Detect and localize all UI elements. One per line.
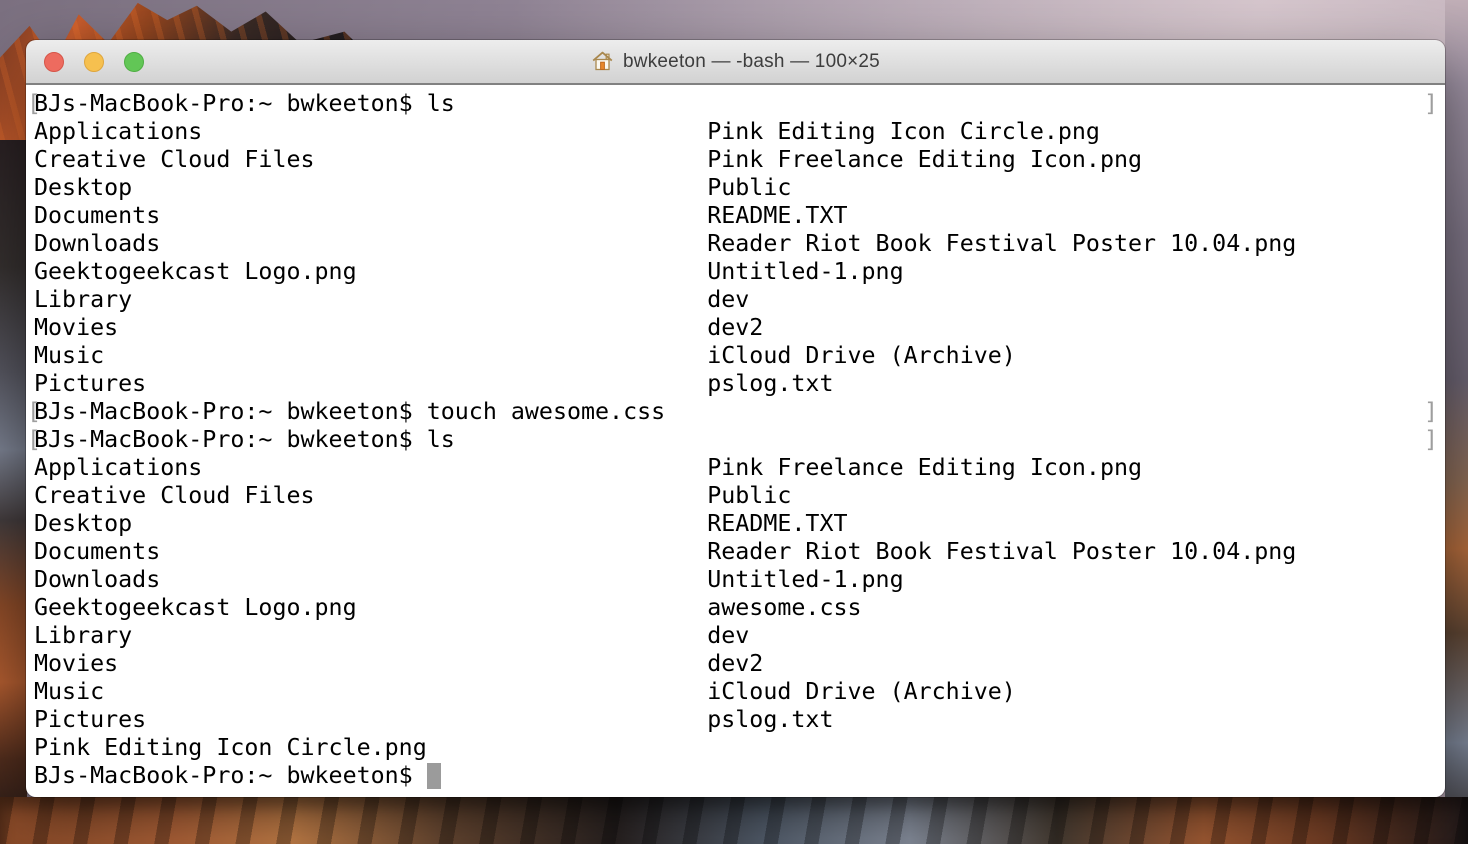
ls-item-right: Pink Freelance Editing Icon.png bbox=[707, 454, 1142, 481]
mountain-rock-left bbox=[0, 140, 27, 844]
terminal-line: DesktopREADME.TXT bbox=[26, 510, 1445, 538]
ls-item-left: Pictures bbox=[34, 706, 707, 734]
terminal-line: [BJs-MacBook-Pro:~ bwkeeton$ touch aweso… bbox=[26, 398, 1445, 426]
command-mark-open: [ bbox=[27, 398, 41, 426]
ls-item-right: Reader Riot Book Festival Poster 10.04.p… bbox=[707, 538, 1296, 565]
terminal-line: DesktopPublic bbox=[26, 174, 1445, 202]
titlebar-proxy[interactable]: bwkeeton — -bash — 100×25 bbox=[591, 50, 880, 73]
ls-item-left: Music bbox=[34, 678, 707, 706]
command-mark-close: ] bbox=[1424, 90, 1438, 118]
ls-item-right: pslog.txt bbox=[707, 370, 833, 397]
ls-item-left: Documents bbox=[34, 202, 707, 230]
terminal-screen[interactable]: [BJs-MacBook-Pro:~ bwkeeton$ ls] Applica… bbox=[26, 85, 1445, 797]
terminal-line: Geektogeekcast Logo.pngUntitled-1.png bbox=[26, 258, 1445, 286]
ls-item-right: README.TXT bbox=[707, 202, 847, 229]
command-mark-close: ] bbox=[1424, 426, 1438, 454]
ls-item-left: Downloads bbox=[34, 566, 707, 594]
ls-item-right: iCloud Drive (Archive) bbox=[707, 342, 1016, 369]
ls-item-right: dev2 bbox=[707, 650, 763, 677]
ls-item-right: pslog.txt bbox=[707, 706, 833, 733]
command-mark-close: ] bbox=[1424, 398, 1438, 426]
ls-item-left: Desktop bbox=[34, 174, 707, 202]
ls-item-left: Creative Cloud Files bbox=[34, 146, 707, 174]
ls-item-right: dev bbox=[707, 286, 749, 313]
ls-item-left: Library bbox=[34, 286, 707, 314]
ls-item-right: Public bbox=[707, 174, 791, 201]
ls-item-left: Desktop bbox=[34, 510, 707, 538]
command-mark-open: [ bbox=[27, 426, 41, 454]
ls-item-right: Pink Freelance Editing Icon.png bbox=[707, 146, 1142, 173]
terminal-line: Librarydev bbox=[26, 286, 1445, 314]
ls-item-left: Creative Cloud Files bbox=[34, 482, 707, 510]
terminal-line: Creative Cloud FilesPublic bbox=[26, 482, 1445, 510]
ls-item-right: Untitled-1.png bbox=[707, 566, 903, 593]
mountain-rock-bottom bbox=[0, 797, 1468, 844]
ls-item-left: Music bbox=[34, 342, 707, 370]
ls-item-right: Public bbox=[707, 482, 791, 509]
ls-item-right: README.TXT bbox=[707, 510, 847, 537]
ls-item-left: Pictures bbox=[34, 370, 707, 398]
terminal-line: Picturespslog.txt bbox=[26, 370, 1445, 398]
mountain-rock-right bbox=[1445, 0, 1468, 844]
window-titlebar[interactable]: bwkeeton — -bash — 100×25 bbox=[26, 40, 1445, 85]
terminal-line: Picturespslog.txt bbox=[26, 706, 1445, 734]
terminal-prompt-line[interactable]: BJs-MacBook-Pro:~ bwkeeton$ bbox=[26, 762, 1445, 790]
terminal-line: Moviesdev2 bbox=[26, 650, 1445, 678]
ls-item-left: Library bbox=[34, 622, 707, 650]
terminal-line: DownloadsUntitled-1.png bbox=[26, 566, 1445, 594]
line-text: BJs-MacBook-Pro:~ bwkeeton$ ls bbox=[34, 90, 455, 117]
ls-item-right: Pink Editing Icon Circle.png bbox=[707, 118, 1100, 145]
ls-item-right: Untitled-1.png bbox=[707, 258, 903, 285]
line-text: BJs-MacBook-Pro:~ bwkeeton$ touch awesom… bbox=[34, 398, 665, 425]
ls-item-left: Documents bbox=[34, 538, 707, 566]
terminal-line: [BJs-MacBook-Pro:~ bwkeeton$ ls] bbox=[26, 426, 1445, 454]
close-button[interactable] bbox=[44, 52, 64, 72]
terminal-line: ApplicationsPink Editing Icon Circle.png bbox=[26, 118, 1445, 146]
ls-item-right: dev2 bbox=[707, 314, 763, 341]
terminal-line: DocumentsReader Riot Book Festival Poste… bbox=[26, 538, 1445, 566]
terminal-line: DownloadsReader Riot Book Festival Poste… bbox=[26, 230, 1445, 258]
terminal-line: Geektogeekcast Logo.pngawesome.css bbox=[26, 594, 1445, 622]
ls-item-left: Pink Editing Icon Circle.png bbox=[34, 734, 707, 762]
window-controls bbox=[44, 40, 164, 83]
command-mark-open: [ bbox=[27, 90, 41, 118]
terminal-line: ApplicationsPink Freelance Editing Icon.… bbox=[26, 454, 1445, 482]
terminal-line: Moviesdev2 bbox=[26, 314, 1445, 342]
window-title: bwkeeton — -bash — 100×25 bbox=[623, 51, 880, 73]
home-folder-icon bbox=[591, 50, 614, 73]
terminal-line: Pink Editing Icon Circle.png bbox=[26, 734, 1445, 762]
zoom-button[interactable] bbox=[124, 52, 144, 72]
terminal-window: bwkeeton — -bash — 100×25 [BJs-MacBook-P… bbox=[26, 40, 1445, 797]
ls-item-left: Geektogeekcast Logo.png bbox=[34, 594, 707, 622]
ls-item-left: Movies bbox=[34, 650, 707, 678]
terminal-line: MusiciCloud Drive (Archive) bbox=[26, 342, 1445, 370]
ls-item-right: iCloud Drive (Archive) bbox=[707, 678, 1016, 705]
prompt-text: BJs-MacBook-Pro:~ bwkeeton$ bbox=[34, 762, 427, 789]
ls-item-left: Geektogeekcast Logo.png bbox=[34, 258, 707, 286]
ls-item-right: awesome.css bbox=[707, 594, 861, 621]
minimize-button[interactable] bbox=[84, 52, 104, 72]
ls-item-right: dev bbox=[707, 622, 749, 649]
terminal-line: [BJs-MacBook-Pro:~ bwkeeton$ ls] bbox=[26, 90, 1445, 118]
ls-item-right: Reader Riot Book Festival Poster 10.04.p… bbox=[707, 230, 1296, 257]
ls-item-left: Applications bbox=[34, 118, 707, 146]
ls-item-left: Applications bbox=[34, 454, 707, 482]
text-cursor bbox=[427, 763, 441, 789]
terminal-line: DocumentsREADME.TXT bbox=[26, 202, 1445, 230]
line-text: BJs-MacBook-Pro:~ bwkeeton$ ls bbox=[34, 426, 455, 453]
terminal-line: MusiciCloud Drive (Archive) bbox=[26, 678, 1445, 706]
ls-item-left: Movies bbox=[34, 314, 707, 342]
terminal-line: Librarydev bbox=[26, 622, 1445, 650]
terminal-line: Creative Cloud FilesPink Freelance Editi… bbox=[26, 146, 1445, 174]
ls-item-left: Downloads bbox=[34, 230, 707, 258]
